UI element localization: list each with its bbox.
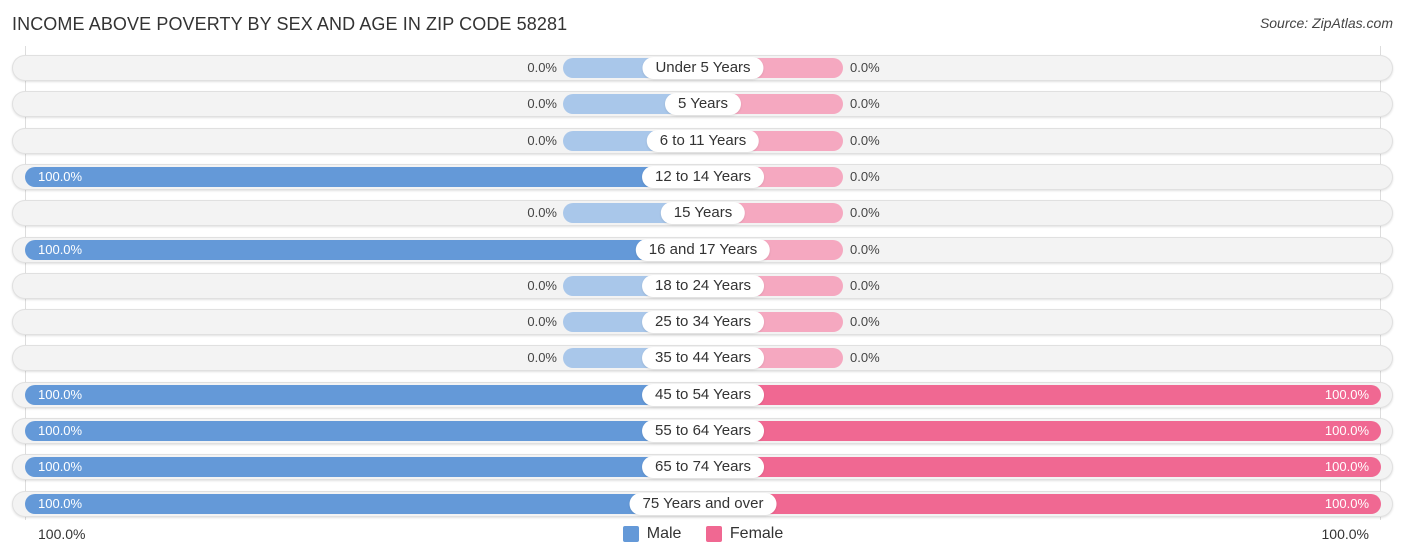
legend-label-female: Female	[729, 525, 784, 542]
legend-item-male[interactable]: Male	[622, 525, 682, 543]
bar-female[interactable]	[703, 493, 1381, 514]
bar-female[interactable]	[703, 384, 1381, 405]
value-label-female: 0.0%	[850, 205, 880, 221]
bar-male[interactable]	[25, 166, 703, 187]
value-label-female: 0.0%	[850, 314, 880, 330]
value-label-female: 0.0%	[850, 96, 880, 112]
bar-male[interactable]	[25, 421, 703, 441]
chart-area: 0.0% 0.0% Under 5 Years 0.0% 0.0% 5 Years 0.0%…	[0, 0, 1406, 559]
value-label-male: 100.0%	[38, 495, 83, 511]
value-label-male: 0.0%	[527, 60, 557, 75]
value-label-male: 100.0%	[38, 168, 83, 184]
category-label: 15 Years	[660, 202, 746, 225]
value-label-male: 100.0%	[38, 459, 83, 475]
category-label: 6 to 11 Years	[646, 129, 760, 152]
value-label-female: 0.0%	[850, 241, 880, 257]
value-label-female: 100.0%	[1324, 495, 1369, 511]
legend-label-male: Male	[646, 525, 682, 542]
legend-swatch-female	[705, 526, 722, 542]
value-label-female: 0.0%	[850, 60, 880, 75]
category-label: 75 Years and over	[629, 492, 777, 515]
category-label: 16 and 17 Years	[635, 238, 771, 261]
value-label-male: 0.0%	[527, 132, 557, 148]
value-label-male: 0.0%	[527, 205, 557, 221]
bar-female[interactable]	[703, 457, 1381, 478]
legend: Male Female	[0, 525, 1406, 547]
value-label-male: 0.0%	[527, 314, 557, 330]
bar-female[interactable]	[703, 421, 1381, 441]
value-label-male: 0.0%	[527, 96, 557, 112]
category-label: 18 to 24 Years	[642, 274, 764, 297]
bar-male[interactable]	[25, 239, 703, 260]
category-label: 25 to 34 Years	[642, 311, 764, 334]
category-label: 35 to 44 Years	[642, 347, 764, 370]
value-label-female: 100.0%	[1324, 386, 1369, 402]
category-label: 45 to 54 Years	[642, 383, 764, 406]
value-label-female: 100.0%	[1324, 423, 1369, 438]
legend-swatch-male	[622, 526, 639, 542]
value-label-female: 0.0%	[850, 132, 880, 148]
bar-male[interactable]	[25, 384, 703, 405]
value-label-male: 100.0%	[38, 423, 83, 438]
value-label-male: 100.0%	[38, 241, 83, 257]
category-label: 5 Years	[664, 93, 742, 116]
value-label-female: 0.0%	[850, 277, 880, 293]
bar-male[interactable]	[25, 457, 703, 478]
value-label-male: 100.0%	[38, 386, 83, 402]
category-label: 65 to 74 Years	[642, 456, 764, 479]
value-label-female: 100.0%	[1324, 459, 1369, 475]
value-label-male: 0.0%	[527, 350, 557, 366]
category-label: 55 to 64 Years	[642, 420, 764, 442]
value-label-male: 0.0%	[527, 277, 557, 293]
category-label: 12 to 14 Years	[642, 165, 764, 188]
value-label-female: 0.0%	[850, 168, 880, 184]
value-label-female: 0.0%	[850, 350, 880, 366]
legend-item-female[interactable]: Female	[705, 525, 784, 543]
bar-male[interactable]	[25, 493, 703, 514]
category-label: Under 5 Years	[642, 57, 764, 79]
